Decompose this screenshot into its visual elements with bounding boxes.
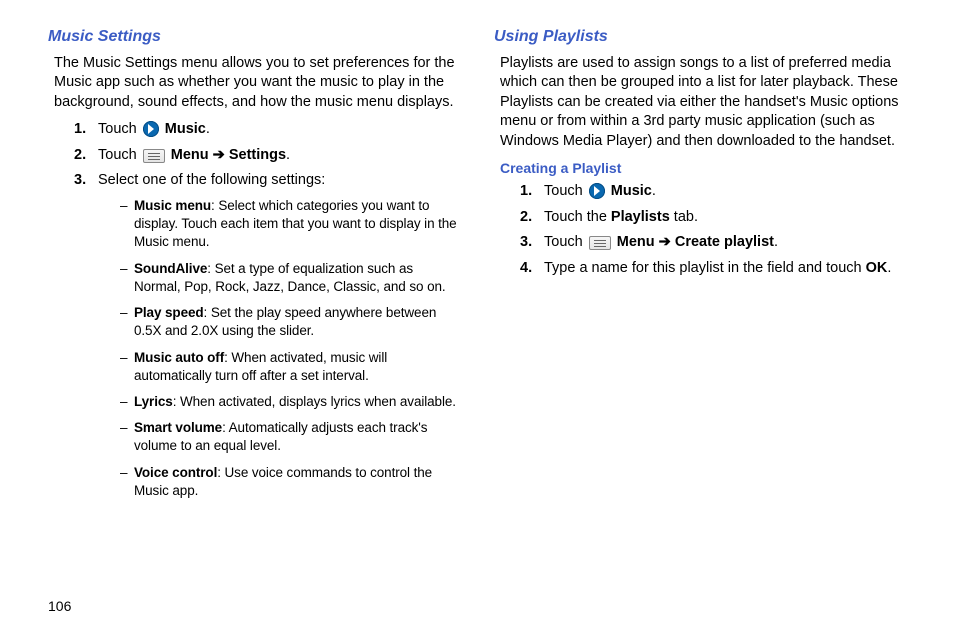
bullet-voice-control: Voice control: Use voice commands to con… bbox=[120, 464, 460, 500]
creating-playlist-steps: 1. Touch Music. 2. Touch the Playlists t… bbox=[520, 182, 906, 278]
bullet-play-speed: Play speed: Set the play speed anywhere … bbox=[120, 304, 460, 340]
menu-icon bbox=[143, 149, 165, 163]
step-text: Select one of the following settings: bbox=[98, 172, 325, 188]
step-3: 3. Select one of the following settings:… bbox=[74, 171, 460, 500]
bullet-lyrics: Lyrics: When activated, displays lyrics … bbox=[120, 393, 460, 411]
menu-label: Menu bbox=[171, 147, 209, 163]
music-settings-heading: Music Settings bbox=[48, 26, 460, 48]
step-text: Touch bbox=[98, 121, 141, 137]
music-settings-steps: 1. Touch Music. 2. Touch Menu ➔ Settings… bbox=[74, 120, 460, 500]
step-3: 3. Touch Menu ➔ Create playlist. bbox=[520, 233, 906, 253]
music-app-icon bbox=[143, 121, 159, 137]
settings-bullets: Music menu: Select which categories you … bbox=[120, 197, 460, 500]
step-2: 2. Touch Menu ➔ Settings. bbox=[74, 146, 460, 166]
using-playlists-heading: Using Playlists bbox=[494, 26, 906, 48]
step-text: Touch bbox=[98, 147, 141, 163]
right-column: Using Playlists Playlists are used to as… bbox=[494, 26, 906, 508]
bullet-music-auto-off: Music auto off: When activated, music wi… bbox=[120, 349, 460, 385]
bullet-soundalive: SoundAlive: Set a type of equalization s… bbox=[120, 260, 460, 296]
step-1: 1. Touch Music. bbox=[520, 182, 906, 202]
settings-label: Settings bbox=[229, 147, 286, 163]
music-app-icon bbox=[589, 183, 605, 199]
bullet-smart-volume: Smart volume: Automatically adjusts each… bbox=[120, 419, 460, 455]
using-playlists-intro: Playlists are used to assign songs to a … bbox=[500, 54, 906, 152]
creating-playlist-heading: Creating a Playlist bbox=[500, 159, 906, 178]
page-number: 106 bbox=[48, 597, 71, 616]
step-4: 4. Type a name for this playlist in the … bbox=[520, 259, 906, 279]
step-1: 1. Touch Music. bbox=[74, 120, 460, 140]
step-bold: Music bbox=[165, 121, 206, 137]
menu-icon bbox=[589, 236, 611, 250]
bullet-music-menu: Music menu: Select which categories you … bbox=[120, 197, 460, 252]
music-settings-intro: The Music Settings menu allows you to se… bbox=[54, 54, 460, 113]
left-column: Music Settings The Music Settings menu a… bbox=[48, 26, 460, 508]
step-2: 2. Touch the Playlists tab. bbox=[520, 208, 906, 228]
